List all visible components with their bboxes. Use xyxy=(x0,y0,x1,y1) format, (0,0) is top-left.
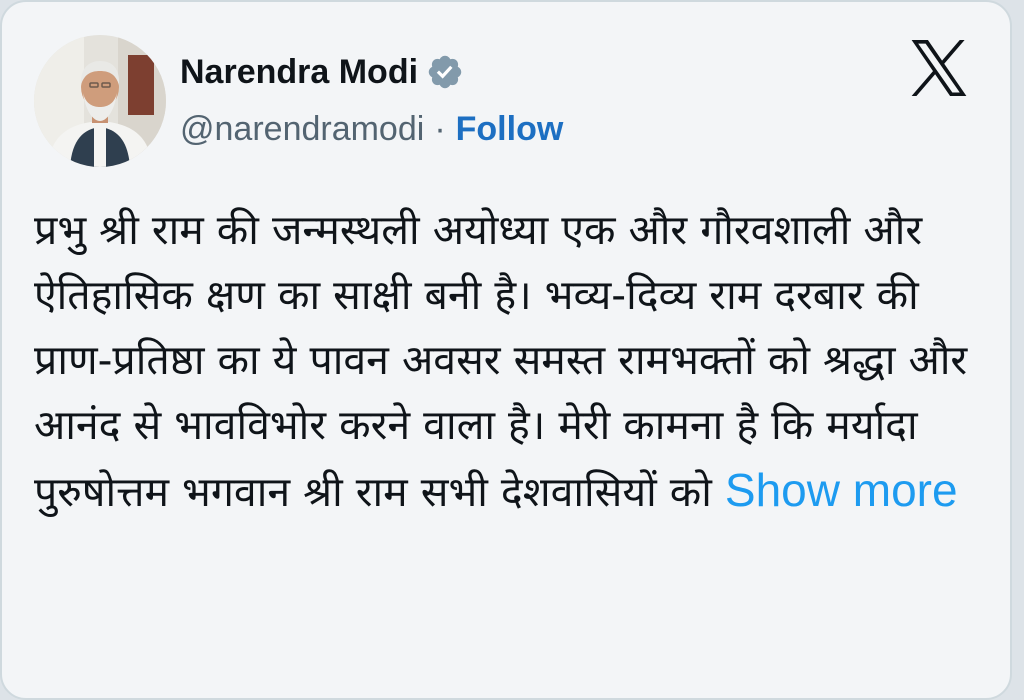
x-logo-icon[interactable] xyxy=(908,40,970,96)
author-handle[interactable]: @narendramodi xyxy=(180,106,424,152)
tweet-card[interactable]: Narendra Modi @narendramodi · Follow प्र… xyxy=(0,0,1012,700)
tweet-body: प्रभु श्री राम की जन्मस्थली अयोध्या एक औ… xyxy=(34,198,994,525)
author-name-row: Narendra Modi xyxy=(180,50,464,94)
follow-button[interactable]: Follow xyxy=(456,106,564,152)
show-more-link[interactable]: Show more xyxy=(725,464,958,516)
author-avatar[interactable] xyxy=(34,35,166,167)
avatar-photo xyxy=(34,35,166,167)
author-handle-row: @narendramodi · Follow xyxy=(180,106,563,152)
author-display-name[interactable]: Narendra Modi xyxy=(180,50,418,94)
handle-separator: · xyxy=(434,110,446,148)
verified-badge-icon xyxy=(426,53,464,91)
